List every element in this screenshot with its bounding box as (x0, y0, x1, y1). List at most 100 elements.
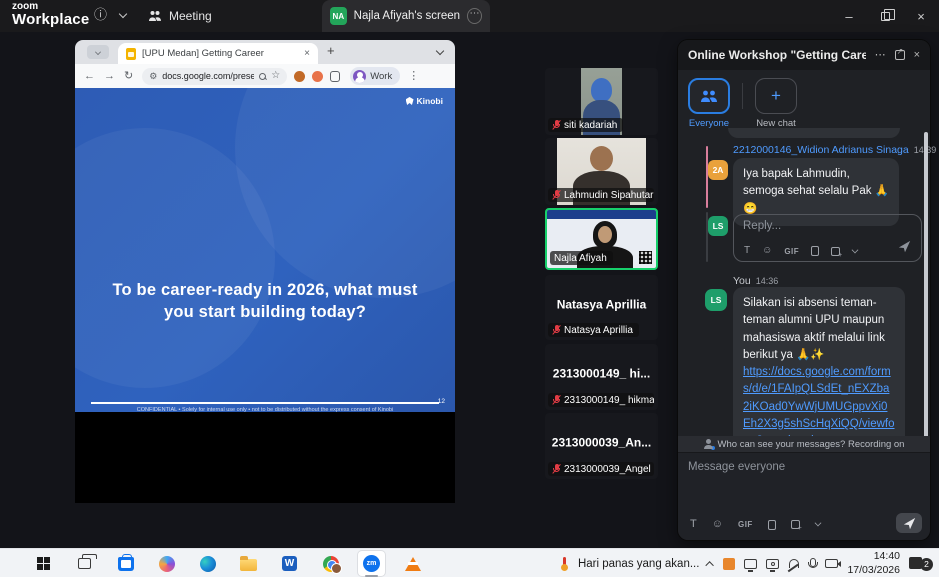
format-text-icon[interactable]: T (744, 246, 750, 256)
tray-mic-icon[interactable] (808, 558, 816, 570)
screenshot-icon[interactable] (791, 520, 800, 529)
notification-center-button[interactable]: 2 (909, 555, 933, 573)
thread-indicator-line (706, 146, 708, 208)
gif-icon[interactable]: GIF (784, 247, 799, 256)
pop-out-icon[interactable] (895, 50, 905, 60)
slide-title: To be career-ready in 2026, what must yo… (75, 280, 455, 324)
browser-tab-active[interactable]: [UPU Medan] Getting Career × (118, 43, 318, 64)
kinobi-brand: Kinobi (406, 96, 443, 106)
format-text-icon[interactable]: T (690, 519, 697, 530)
send-button[interactable] (896, 513, 922, 533)
task-view-button[interactable] (71, 551, 98, 576)
word-icon: W (282, 556, 297, 571)
restore-button[interactable] (867, 0, 903, 32)
participant-tile-hikmal[interactable]: 2313000149_ hi... 2313000149_ hikmal_... (545, 344, 658, 410)
new-tab-button[interactable]: + (327, 44, 335, 57)
chevron-down-icon[interactable] (814, 520, 821, 527)
weather-icon[interactable] (559, 557, 569, 571)
people-icon (148, 10, 162, 22)
send-reply-icon[interactable] (898, 240, 911, 253)
participant-tile-angel[interactable]: 2313000039_An... 2313000039_Angel G... (545, 413, 658, 479)
chat-bubble-partial (728, 128, 900, 138)
chat-scrollbar[interactable] (924, 132, 928, 442)
hidden-icons-chevron[interactable] (706, 561, 714, 569)
emoji-icon[interactable]: ☺ (762, 246, 772, 256)
address-bar[interactable]: ⚙ docs.google.com/presentation/d... ☆ (142, 68, 287, 85)
screenshot-icon[interactable] (831, 247, 840, 256)
participant-tile-najla-active-speaker[interactable]: Najla Afiyah (545, 208, 658, 270)
cast-icon[interactable] (766, 559, 779, 569)
clock-date: 17/03/2026 (847, 564, 900, 577)
extension-icon-2[interactable] (312, 71, 323, 82)
back-icon[interactable]: ← (84, 71, 95, 82)
display-icon[interactable] (744, 559, 757, 569)
chat-header[interactable]: Online Workshop "Getting Career-Ready: U… (678, 40, 930, 70)
browser-tabstrip: [UPU Medan] Getting Career × + (75, 40, 455, 64)
message-time: 14:36 (756, 276, 779, 286)
chat-bubble[interactable]: Silakan isi absensi teman-teman alumni U… (733, 287, 905, 458)
gif-icon[interactable]: GIF (738, 520, 753, 529)
copilot-icon (159, 556, 175, 572)
tab-close-icon[interactable]: × (304, 49, 310, 59)
participant-tile-siti[interactable]: siti kadariah (545, 68, 658, 135)
chrome-button[interactable] (317, 551, 344, 576)
chat-message-list[interactable]: 2212000146_Widion Adrianus Sinaga 14:39 … (678, 128, 930, 436)
tray-camera-icon[interactable] (825, 559, 838, 568)
person-face (598, 226, 612, 243)
recording-notice-bar[interactable]: Who can see your messages? Recording on (678, 436, 930, 452)
extension-icon-1[interactable] (294, 71, 305, 82)
file-icon[interactable] (811, 246, 819, 256)
tabstrip-chevron-icon[interactable] (436, 47, 444, 55)
site-settings-icon[interactable]: ⚙ (149, 72, 157, 81)
microsoft-store-button[interactable] (112, 551, 139, 576)
extension-icon-3[interactable] (330, 71, 340, 82)
do-not-disturb-icon[interactable] (788, 558, 799, 570)
forward-icon[interactable]: → (104, 71, 115, 82)
weather-text[interactable]: Hari panas yang akan... (578, 558, 699, 570)
tab-meeting[interactable]: Meeting (148, 0, 212, 32)
plus-icon: + (755, 78, 797, 114)
participant-name-tag: Lahmudin Sipahutar . (548, 188, 654, 202)
vlc-button[interactable] (399, 551, 426, 576)
tab-search-icon[interactable] (87, 45, 109, 59)
message-sender[interactable]: 2212000146_Widion Adrianus Sinaga (733, 144, 909, 156)
close-button[interactable]: × (903, 0, 939, 32)
clock[interactable]: 14:40 17/03/2026 (847, 550, 900, 576)
bookmark-star-icon[interactable]: ☆ (271, 71, 280, 81)
chat-close-icon[interactable]: × (914, 50, 920, 61)
start-button[interactable] (30, 551, 57, 576)
new-chat-button[interactable]: + New chat (755, 78, 797, 129)
copilot-button[interactable] (153, 551, 180, 576)
screen-tab-more-icon[interactable]: ⋯ (467, 8, 482, 24)
muted-mic-icon (552, 395, 561, 406)
file-explorer-button[interactable] (235, 551, 262, 576)
reload-icon[interactable]: ↻ (124, 71, 133, 82)
tab-shared-screen[interactable]: NA Najla Afiyah's screen ⋯ (322, 0, 490, 32)
url-text: docs.google.com/presentation/d... (162, 71, 254, 81)
everyone-people-icon (688, 78, 730, 114)
message-input[interactable] (682, 455, 926, 505)
person-silhouette (591, 78, 612, 102)
participant-tile-lahmudin[interactable]: Lahmudin Sipahutar . (545, 138, 658, 205)
zoom-button-active[interactable]: zm (358, 551, 385, 576)
word-button[interactable]: W (276, 551, 303, 576)
emoji-icon[interactable]: ☺ (712, 519, 723, 530)
browser-menu-icon[interactable]: ⋮ (408, 71, 419, 82)
message-link[interactable]: https://docs.google.com/forms/d/e/1FAIpQ… (743, 366, 895, 447)
chevron-down-icon[interactable] (852, 246, 859, 253)
zoom-workplace-window: zoom Workplace ⓘ Meeting NA Najla Afiyah… (0, 0, 939, 577)
chat-more-icon[interactable]: ⋯ (875, 50, 886, 61)
browser-profile-button[interactable]: Work (350, 67, 400, 85)
tray-app-icon[interactable] (723, 558, 735, 570)
edge-button[interactable] (194, 551, 221, 576)
file-icon[interactable] (768, 520, 776, 530)
meeting-info-icon[interactable]: ⓘ (94, 8, 107, 21)
participant-tile-natasya[interactable]: Natasya Aprillia Natasya Aprillia (545, 275, 658, 340)
minimize-button[interactable]: – (831, 0, 867, 32)
zoom-workplace-logo: zoom Workplace (12, 2, 89, 27)
tab-everyone[interactable]: Everyone (688, 78, 730, 129)
avatar: LS (705, 289, 727, 311)
zoom-page-icon[interactable] (259, 73, 266, 80)
reply-input[interactable]: Reply... T ☺ GIF (733, 214, 922, 262)
chevron-down-icon[interactable] (119, 10, 127, 18)
